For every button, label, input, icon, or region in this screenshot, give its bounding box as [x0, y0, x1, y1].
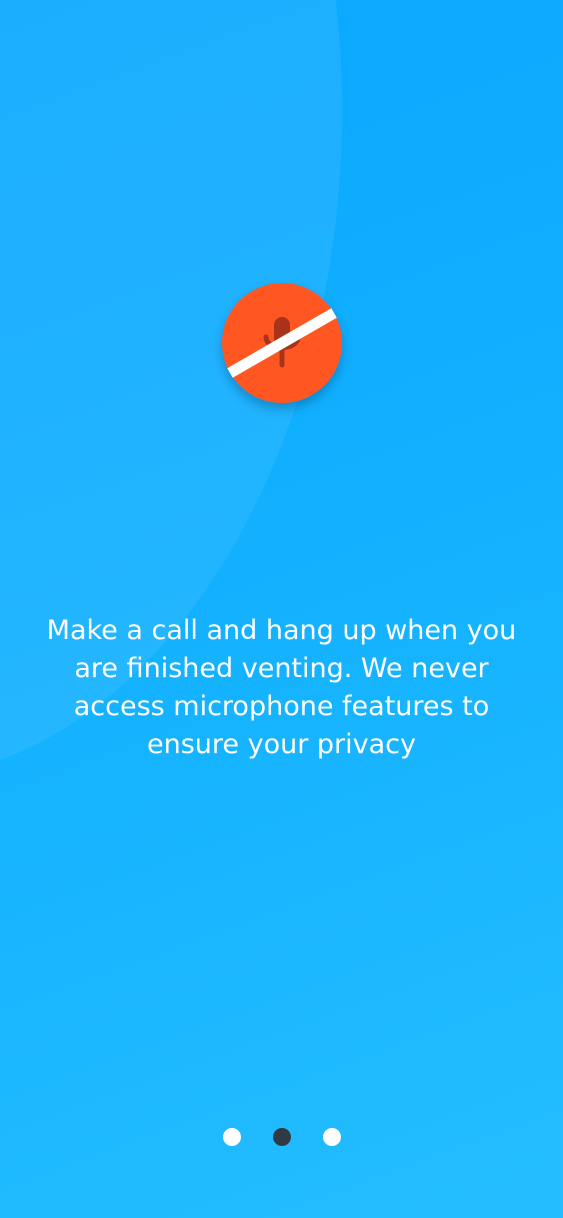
onboarding-message: Make a call and hang up when you are fin… — [46, 615, 517, 760]
microphone-off-icon — [222, 283, 342, 403]
page-dot-1[interactable] — [222, 1128, 241, 1146]
page-dot-3[interactable] — [322, 1128, 341, 1146]
page-dot-2-active[interactable] — [272, 1128, 291, 1146]
microphone-off-svg — [222, 283, 342, 403]
page-indicator — [0, 1128, 563, 1146]
onboarding-screen[interactable]: Make a call and hang up when you are fin… — [0, 0, 563, 1218]
